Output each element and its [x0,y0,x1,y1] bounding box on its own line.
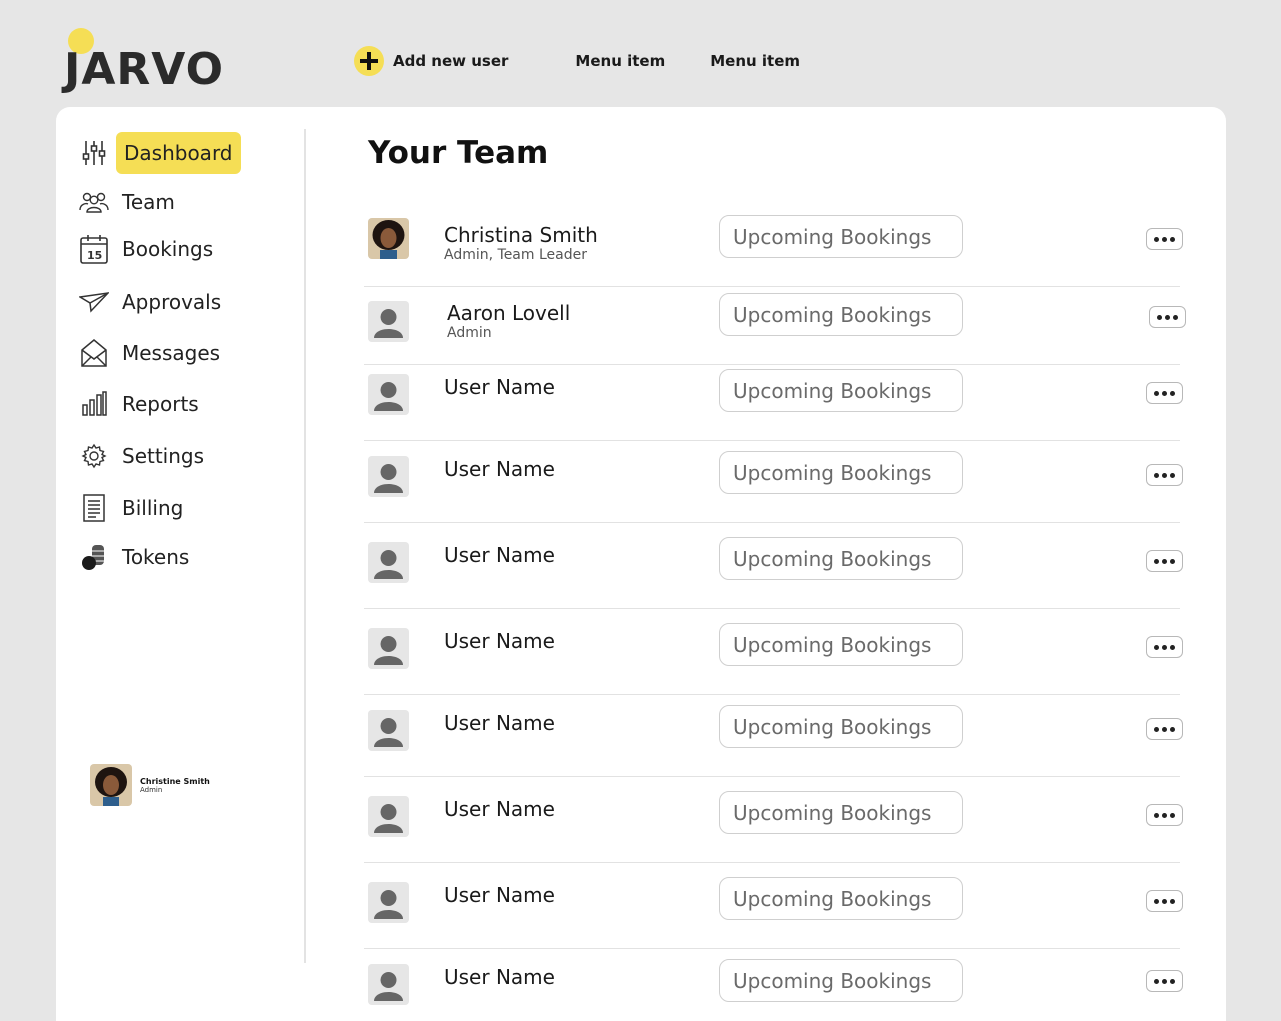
avatar[interactable] [368,882,409,923]
team-member-row: Aaron Lovell Admin Upcoming Bookings [364,287,1186,365]
team-member-row: User Name Upcoming Bookings [364,949,1183,1021]
plus-icon [354,46,384,76]
svg-text:15: 15 [87,249,102,262]
team-member-row: User Name Upcoming Bookings [364,365,1183,441]
current-user-profile[interactable]: Christine Smith Admin [90,764,210,806]
sidebar-item-team[interactable]: Team [78,186,175,218]
add-new-user-label: Add new user [393,52,509,70]
team-member-row: User Name Upcoming Bookings [364,523,1183,609]
upcoming-bookings-button[interactable]: Upcoming Bookings [719,877,963,920]
team-icon [78,186,110,218]
sidebar-item-tokens[interactable]: Tokens [78,541,189,573]
more-options-button[interactable] [1146,890,1183,912]
user-name[interactable]: User Name [444,457,555,481]
sidebar-item-messages[interactable]: Messages [78,337,220,369]
profile-name: Christine Smith [140,776,210,786]
page-title: Your Team [368,135,549,171]
bar-chart-icon [78,388,110,420]
envelope-icon [78,337,110,369]
top-nav: Add new user Menu item Menu item [354,46,800,76]
avatar[interactable] [368,628,409,669]
coins-icon [78,541,110,573]
sidebar-item-label: Dashboard [116,132,241,174]
sidebar-item-approvals[interactable]: Approvals [78,286,221,318]
upcoming-bookings-button[interactable]: Upcoming Bookings [719,623,963,666]
team-member-row: User Name Upcoming Bookings [364,609,1183,695]
upcoming-bookings-button[interactable]: Upcoming Bookings [719,293,963,336]
user-name[interactable]: User Name [444,543,555,567]
user-name[interactable]: User Name [444,797,555,821]
more-options-button[interactable] [1146,718,1183,740]
avatar[interactable] [368,456,409,497]
sidebar-item-label: Approvals [122,290,222,314]
more-options-button[interactable] [1149,306,1186,328]
user-name[interactable]: User Name [444,965,555,989]
sidebar-item-bookings[interactable]: 15 Bookings [78,233,213,265]
upcoming-bookings-button[interactable]: Upcoming Bookings [719,705,963,748]
sliders-icon [78,137,110,169]
user-name[interactable]: Christina Smith [444,223,598,247]
sidebar-divider [304,129,306,963]
upcoming-bookings-button[interactable]: Upcoming Bookings [719,451,963,494]
more-options-button[interactable] [1146,550,1183,572]
upcoming-bookings-button[interactable]: Upcoming Bookings [719,959,963,1002]
more-options-button[interactable] [1146,382,1183,404]
user-role: Admin, Team Leader [444,247,587,263]
menu-item-1[interactable]: Menu item [575,52,665,70]
sidebar-item-label: Messages [122,341,221,365]
logo[interactable]: JARVO [64,44,224,95]
user-name[interactable]: User Name [444,711,555,735]
team-member-row: User Name Upcoming Bookings [364,777,1183,863]
user-name[interactable]: Aaron Lovell [447,301,570,325]
more-options-button[interactable] [1146,636,1183,658]
paper-plane-icon [78,286,110,318]
upcoming-bookings-button[interactable]: Upcoming Bookings [719,791,963,834]
sidebar-item-billing[interactable]: Billing [78,492,183,524]
more-options-button[interactable] [1146,804,1183,826]
avatar[interactable] [368,964,409,1005]
upcoming-bookings-button[interactable]: Upcoming Bookings [719,369,963,412]
sidebar-item-label: Bookings [122,237,214,261]
receipt-icon [78,492,110,524]
sidebar-item-label: Tokens [122,545,190,569]
profile-role: Admin [140,785,163,794]
user-name[interactable]: User Name [444,883,555,907]
avatar[interactable] [368,218,409,259]
avatar[interactable] [368,542,409,583]
main-card: Dashboard Team 15 Bookings Approvals Mes… [56,107,1226,1021]
upcoming-bookings-button[interactable]: Upcoming Bookings [719,537,963,580]
team-member-row: User Name Upcoming Bookings [364,863,1183,949]
sidebar-item-reports[interactable]: Reports [78,388,199,420]
sidebar-item-dashboard[interactable]: Dashboard [78,132,241,174]
sidebar-item-settings[interactable]: Settings [78,440,204,472]
user-name[interactable]: User Name [444,375,555,399]
add-new-user-button[interactable]: Add new user [354,46,508,76]
avatar[interactable] [368,301,409,342]
more-options-button[interactable] [1146,228,1183,250]
sidebar: Dashboard Team 15 Bookings Approvals Mes… [56,107,306,1021]
team-member-row: Christina Smith Admin, Team Leader Upcom… [364,207,1183,287]
sidebar-item-label: Reports [122,392,199,416]
upcoming-bookings-button[interactable]: Upcoming Bookings [719,215,963,258]
team-member-row: User Name Upcoming Bookings [364,695,1183,777]
user-name[interactable]: User Name [444,629,555,653]
more-options-button[interactable] [1146,464,1183,486]
avatar[interactable] [368,374,409,415]
user-role: Admin [447,325,492,341]
sidebar-item-label: Settings [122,444,205,468]
menu-item-2[interactable]: Menu item [710,52,800,70]
sidebar-item-label: Billing [122,496,184,520]
sidebar-item-label: Team [122,190,175,214]
avatar[interactable] [368,796,409,837]
avatar [90,764,132,806]
gear-icon [78,440,110,472]
team-member-row: User Name Upcoming Bookings [364,441,1183,523]
more-options-button[interactable] [1146,970,1183,992]
calendar-icon: 15 [78,233,110,265]
avatar[interactable] [368,710,409,751]
